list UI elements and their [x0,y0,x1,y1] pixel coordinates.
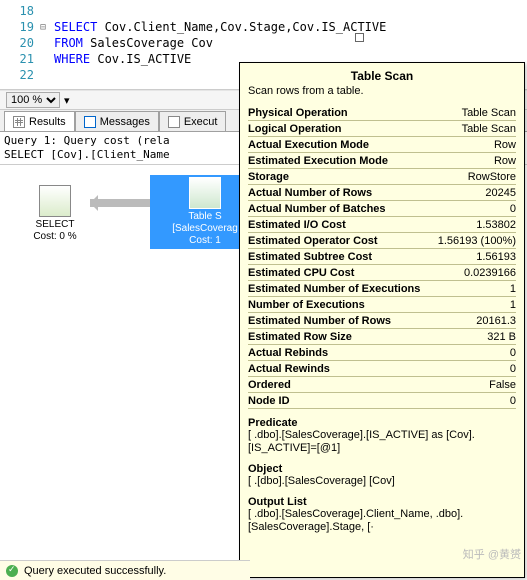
messages-icon [84,116,96,128]
tooltip-prop-row: Node ID0 [248,393,516,409]
line-num: 22 [0,68,40,82]
line-num: 18 [0,4,40,18]
tooltip-prop-row: Estimated Subtree Cost1.56193 [248,249,516,265]
code-line[interactable]: WHERE Cov.IS_ACTIVE [54,52,191,66]
operator-tooltip: Table Scan Scan rows from a table. Physi… [239,62,525,578]
tooltip-prop-row: Estimated Execution ModeRow [248,153,516,169]
zoom-dash: ▾ [64,94,70,107]
status-text: Query executed successfully. [24,565,166,577]
zoom-select[interactable]: 100 % [6,92,60,108]
tooltip-output-list: Output List [ .dbo].[SalesCoverage].Clie… [248,496,516,534]
line-num: 20 [0,36,40,50]
execplan-icon [168,116,180,128]
tooltip-prop-row: Logical OperationTable Scan [248,121,516,137]
code-line[interactable]: FROM SalesCoverage Cov [54,36,213,50]
tooltip-prop-row: Estimated Number of Rows20161.3 [248,313,516,329]
tablescan-op-icon [189,177,221,209]
line-num: 21 [0,52,40,66]
status-bar: Query executed successfully. [0,560,250,580]
tab-execution-plan[interactable]: Execut [159,111,227,131]
tooltip-title: Table Scan [248,69,516,83]
line-num: 19 [0,20,40,34]
tooltip-predicate: Predicate [ .dbo].[SalesCoverage].[IS_AC… [248,417,516,455]
tooltip-prop-row: Estimated Row Size321 B [248,329,516,345]
plan-node-select[interactable]: SELECT Cost: 0 % [20,185,90,243]
tooltip-prop-row: Number of Executions1 [248,297,516,313]
tooltip-prop-row: OrderedFalse [248,377,516,393]
tooltip-prop-row: StorageRowStore [248,169,516,185]
caret-marker [355,33,364,42]
tooltip-prop-row: Estimated I/O Cost1.53802 [248,217,516,233]
tab-messages[interactable]: Messages [75,111,159,131]
grid-icon [13,116,25,128]
tooltip-prop-row: Actual Execution ModeRow [248,137,516,153]
tab-results[interactable]: Results [4,111,75,131]
tooltip-prop-row: Estimated CPU Cost0.0239166 [248,265,516,281]
tooltip-prop-row: Actual Number of Batches0 [248,201,516,217]
tooltip-prop-row: Estimated Operator Cost1.56193 (100%) [248,233,516,249]
tooltip-properties: Physical OperationTable ScanLogical Oper… [248,105,516,409]
watermark: 知乎 @黄赟 [463,546,521,562]
tooltip-prop-row: Physical OperationTable Scan [248,105,516,121]
tooltip-object: Object [ .[dbo].[SalesCoverage] [Cov] [248,463,516,488]
fold-toggle[interactable]: ⊟ [40,22,54,33]
tooltip-prop-row: Actual Rebinds0 [248,345,516,361]
select-op-icon [39,185,71,217]
code-line[interactable]: SELECT Cov.Client_Name,Cov.Stage,Cov.IS_… [54,20,386,34]
tooltip-prop-row: Actual Number of Rows20245 [248,185,516,201]
tooltip-subtitle: Scan rows from a table. [248,85,516,97]
plan-arrow [90,199,150,207]
tooltip-prop-row: Actual Rewinds0 [248,361,516,377]
tooltip-prop-row: Estimated Number of Executions1 [248,281,516,297]
success-icon [6,565,18,577]
